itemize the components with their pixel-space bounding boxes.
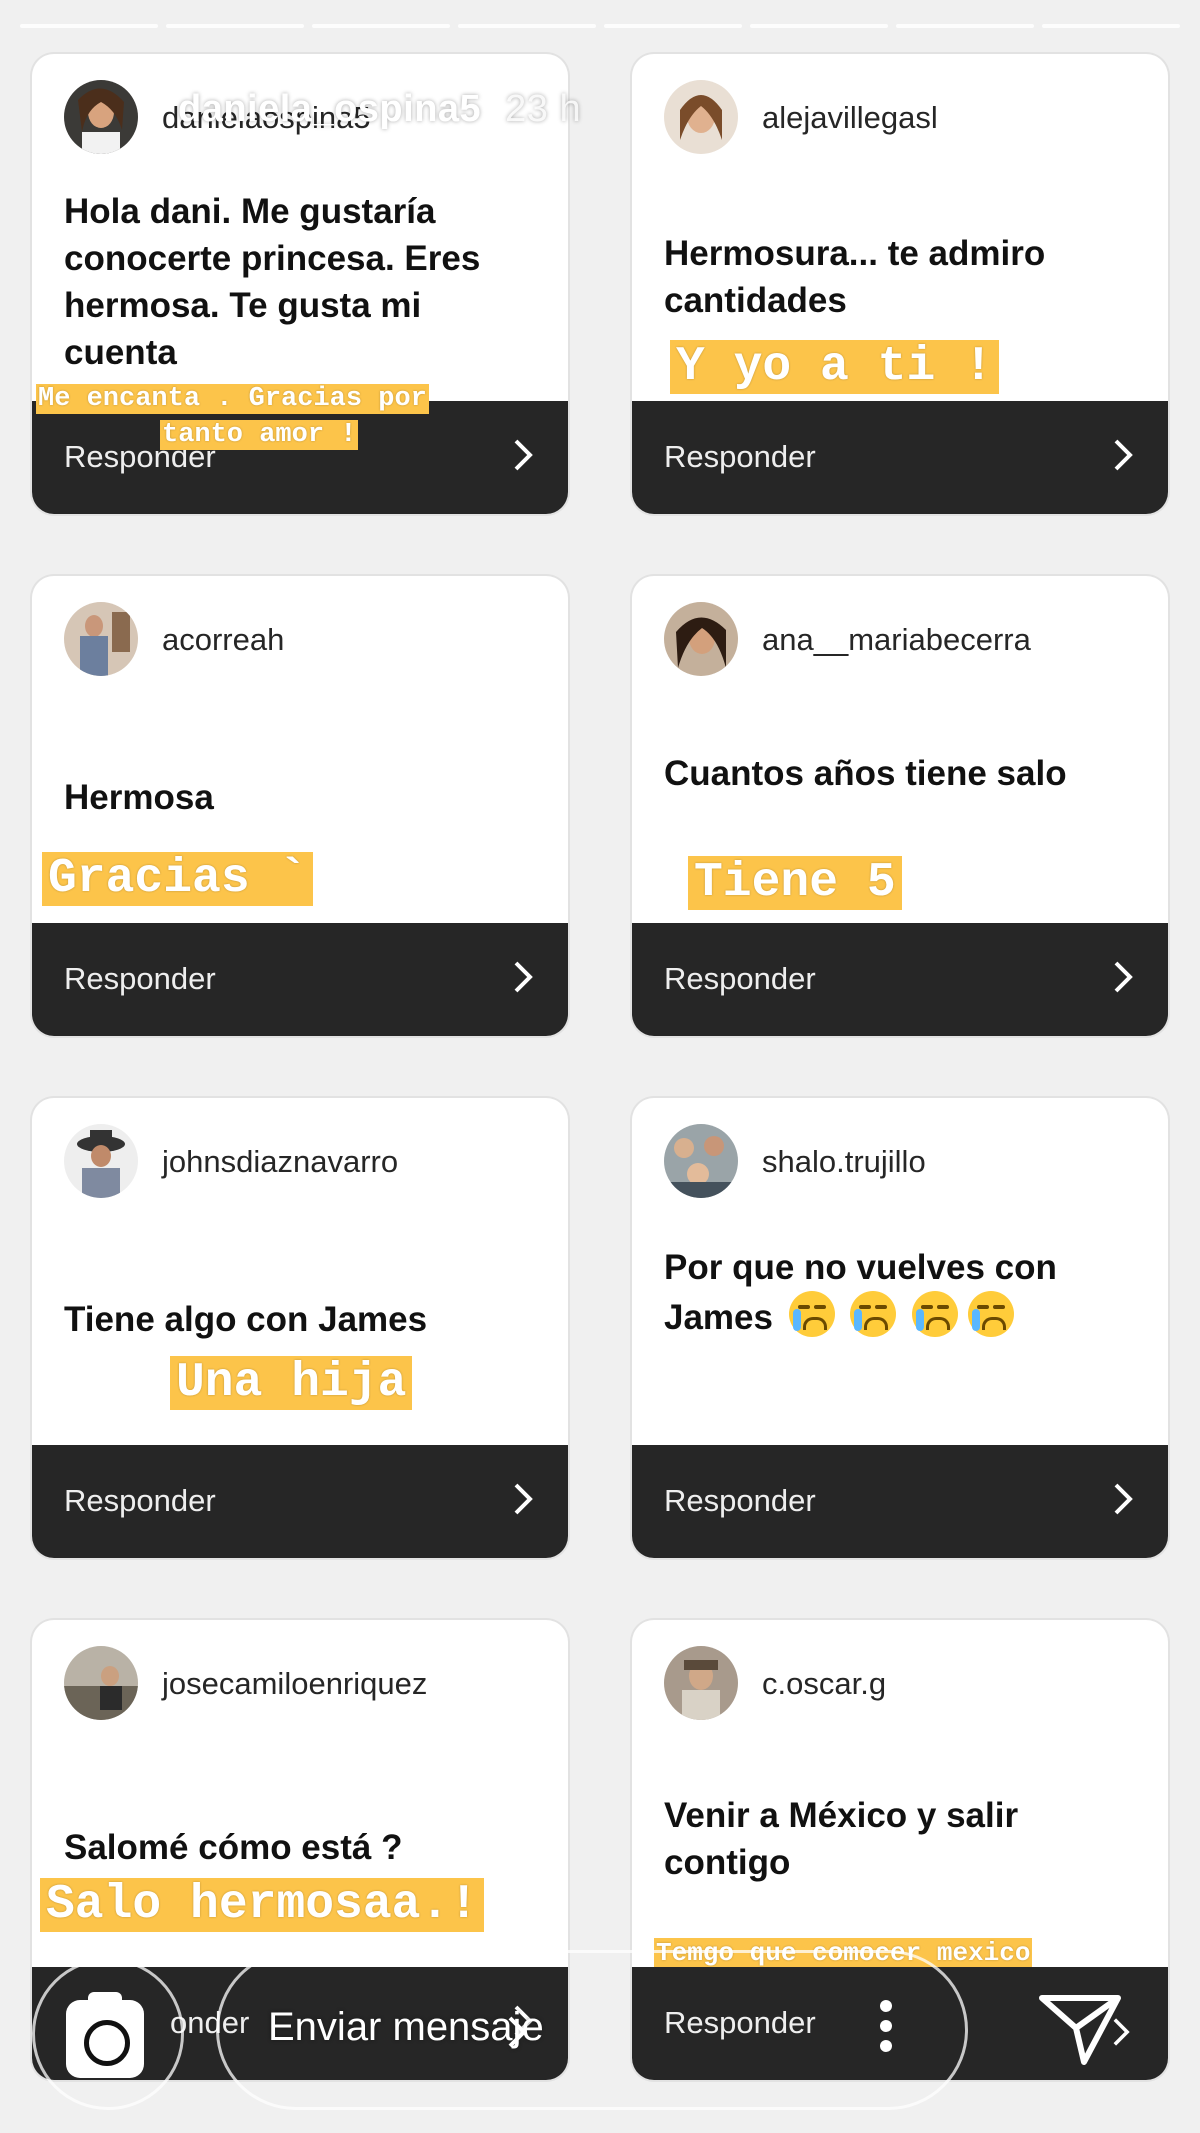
answer-sticker: Salo hermosaa.! xyxy=(40,1878,485,1932)
question-text: Por que no vuelves con James xyxy=(664,1244,1140,1341)
reply-bar[interactable]: Responder xyxy=(32,401,568,514)
reply-bar[interactable]: Responder xyxy=(32,1445,568,1558)
reply-label: Responder xyxy=(64,1483,216,1518)
progress-segment xyxy=(750,24,888,28)
question-text: Hola dani. Me gustaría conocerte princes… xyxy=(64,192,481,372)
progress-segment xyxy=(20,24,158,28)
question-text: Cuantos años tiene salo xyxy=(664,754,1067,793)
reply-label: Responder xyxy=(664,961,816,996)
reply-bar[interactable]: Responder xyxy=(632,923,1168,1036)
question-card: johnsdiaznavarro Tiene algo con James Un… xyxy=(32,1098,568,1558)
chevron-right-icon xyxy=(514,1483,533,1515)
avatar[interactable] xyxy=(64,80,138,154)
answer-sticker: Y yo a ti ! xyxy=(670,340,999,394)
card-username[interactable]: ana__mariabecerra xyxy=(762,622,1031,658)
story-progress xyxy=(20,24,1180,28)
reply-bar[interactable]: Responder xyxy=(32,923,568,1036)
answer-sticker: Tiene 5 xyxy=(688,856,902,910)
crying-emoji xyxy=(850,1291,897,1337)
question-card: alejavillegasl Hermosura... te admiro ca… xyxy=(632,54,1168,514)
question-card: acorreah Hermosa Gracias ` Responder xyxy=(32,576,568,1036)
chevron-right-icon xyxy=(514,439,533,471)
progress-segment xyxy=(312,24,450,28)
avatar[interactable] xyxy=(64,1124,138,1198)
question-text: Hermosura... te admiro cantidades xyxy=(664,234,1046,320)
question-text: Tiene algo con James xyxy=(64,1300,428,1339)
answer-sticker: Gracias ` xyxy=(42,852,314,906)
card-username[interactable]: acorreah xyxy=(162,622,284,658)
progress-segment xyxy=(1042,24,1180,28)
question-text: Hermosa xyxy=(64,778,214,817)
card-username[interactable]: shalo.trujillo xyxy=(762,1144,926,1180)
answer-sticker-line: tanto amor ! xyxy=(160,420,359,450)
progress-segment xyxy=(604,24,742,28)
chevron-right-icon xyxy=(1113,2018,1130,2046)
card-username[interactable]: c.oscar.g xyxy=(762,1666,886,1702)
question-card: ana__mariabecerra Cuantos años tiene sal… xyxy=(632,576,1168,1036)
chevron-right-icon xyxy=(1114,439,1133,471)
card-username[interactable]: alejavillegasl xyxy=(762,100,938,136)
crying-emoji xyxy=(912,1291,959,1337)
story-username[interactable]: daniela_ospina5 xyxy=(178,88,481,130)
reply-label: Responder xyxy=(664,439,816,474)
avatar[interactable] xyxy=(664,1124,738,1198)
question-card: shalo.trujillo Por que no vuelves con Ja… xyxy=(632,1098,1168,1558)
question-text: Salomé cómo está ? xyxy=(64,1828,403,1867)
avatar[interactable] xyxy=(664,80,738,154)
answer-sticker: Una hija xyxy=(170,1356,413,1410)
avatar[interactable] xyxy=(64,1646,138,1720)
reply-label: Responder xyxy=(664,1483,816,1518)
story-header[interactable]: daniela_ospina5 23 h xyxy=(178,88,581,131)
reply-bar[interactable]: Responder xyxy=(632,401,1168,514)
progress-segment xyxy=(458,24,596,28)
more-icon[interactable] xyxy=(876,2000,896,2060)
chevron-right-icon xyxy=(514,961,533,993)
chevron-right-icon xyxy=(1114,961,1133,993)
chevron-right-icon xyxy=(1114,1483,1133,1515)
avatar[interactable] xyxy=(664,602,738,676)
story-time: 23 h xyxy=(505,88,582,130)
crying-emoji xyxy=(967,1291,1014,1337)
answer-sticker-line: Me encanta . Gracias por xyxy=(36,384,429,414)
reply-label: Responder xyxy=(64,961,216,996)
crying-emoji xyxy=(788,1291,835,1337)
chevron-right-icon xyxy=(508,2016,527,2048)
camera-icon[interactable] xyxy=(66,1992,144,2078)
card-username[interactable]: josecamiloenriquez xyxy=(162,1666,427,1702)
avatar[interactable] xyxy=(64,602,138,676)
question-text: Venir a México y salir contigo xyxy=(664,1796,1019,1882)
reply-bar[interactable]: Responder xyxy=(632,1445,1168,1558)
card-username[interactable]: johnsdiaznavarro xyxy=(162,1144,398,1180)
progress-segment xyxy=(166,24,304,28)
progress-segment xyxy=(896,24,1034,28)
avatar[interactable] xyxy=(664,1646,738,1720)
